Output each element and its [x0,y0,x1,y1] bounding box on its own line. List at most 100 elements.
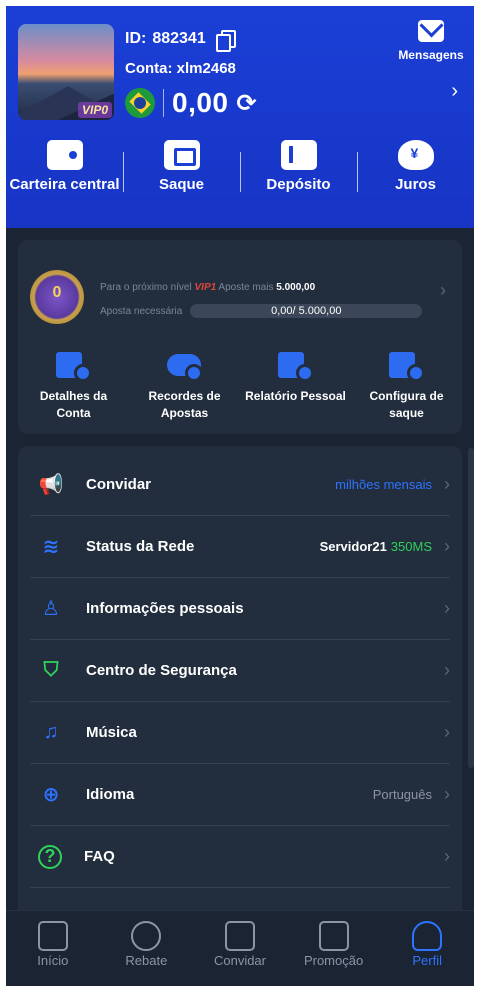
home-icon [37,921,68,951]
account-details-button[interactable]: Detalhes da Conta [18,348,129,422]
account-label: Conta: [125,60,173,77]
chevron-right-icon: › [444,784,450,804]
server-name: Servidor21 [319,539,387,554]
profile-header: VIP0 ID: 882341 Conta: xlm2468 0,00 ⟳ Me… [6,6,474,228]
music-icon: ♫ [43,721,59,743]
withdraw-icon [163,140,200,170]
vip-chevron-icon[interactable]: › [440,280,446,301]
vip-medal-icon: 0 [30,270,84,324]
user-id-row: ID: 882341 [125,30,236,52]
quick-action-withdraw[interactable]: Saque [123,136,240,196]
menu-item-value: Português [372,787,432,802]
vip-medal-level: 0 [52,284,62,301]
divider [163,89,164,117]
app-frame: VIP0 ID: 882341 Conta: xlm2468 0,00 ⟳ Me… [6,6,474,986]
menu-item-network-status[interactable]: ≋ Status da Rede Servidor21 350MS › [30,516,450,578]
gamepad-icon [165,348,205,382]
menu-item-language[interactable]: ⊕ Idioma Português › [30,764,450,826]
money-bag-icon [131,921,162,951]
vip-card[interactable]: 0 Para o próximo nível VIP1 Aposte mais … [18,240,462,434]
vip-required-label: Aposta necessária [100,305,183,317]
vip-action-label: Recordes de Apostas [148,389,221,420]
quick-action-interest[interactable]: Juros [357,136,474,196]
brazil-flag-icon [125,88,155,118]
quick-action-label: Saque [158,176,204,193]
withdraw-settings-button[interactable]: Configura de saque [351,348,462,422]
menu-item-value: milhões mensais [335,477,432,492]
shield-icon: ⛉ [43,659,59,681]
vip-bet-more-label: Aposte mais [218,282,274,293]
vip-action-label: Detalhes da Conta [39,389,108,420]
chevron-right-icon: › [444,722,450,742]
chevron-right-icon: › [444,598,450,618]
scrollbar[interactable] [468,448,474,768]
user-edit-icon: ♙ [42,598,60,620]
user-id-label: ID: [125,30,147,47]
megaphone-icon: 📢 [38,474,64,496]
menu-item-label: FAQ [84,848,115,865]
copy-icon[interactable] [215,30,236,52]
vip-next-prefix: Para o próximo nível [100,282,192,293]
vip-next-level-text: Para o próximo nível VIP1 Aposte mais 5.… [100,282,315,293]
tab-home[interactable]: Início [6,911,100,986]
menu-item-label: Centro de Segurança [86,662,237,679]
tab-invite[interactable]: Convidar [193,911,287,986]
vip-next-level: VIP1 [194,282,217,293]
bet-records-button[interactable]: Recordes de Apostas [129,348,240,422]
personal-report-button[interactable]: Relatório Pessoal [240,348,351,422]
menu-item-security-center[interactable]: ⛉ Centro de Segurança › [30,640,450,702]
chevron-right-icon: › [444,536,450,556]
messages-label: Mensagens [398,48,464,62]
menu-item-label: Informações pessoais [86,600,244,617]
account-details-icon [54,348,94,382]
envelope-icon [418,20,444,42]
avatar[interactable]: VIP0 [18,24,114,120]
balance-value: 0,00 [172,87,229,118]
question-icon: ? [38,844,62,869]
quick-action-central-wallet[interactable]: Carteira central [6,136,123,196]
quick-actions: Carteira central Saque Depósito Juros [6,136,474,196]
wallet-icon [46,140,83,170]
globe-icon: ⊕ [42,784,60,806]
user-icon [412,921,443,951]
user-id-value: 882341 [152,30,206,47]
menu-item-faq[interactable]: ? FAQ › [30,826,450,888]
menu-item-label: Música [86,724,137,741]
card-settings-icon [387,348,427,382]
tab-label: Rebate [125,953,168,968]
vip-level-badge: VIP0 [77,102,112,118]
tab-promotion[interactable]: Promoção [287,911,381,986]
tab-rebate[interactable]: Rebate [100,911,194,986]
chevron-right-icon: › [444,846,450,866]
chevron-right-icon: › [444,660,450,680]
menu-item-label: Status da Rede [86,538,195,555]
quick-action-label: Depósito [266,176,331,193]
bottom-tab-bar: Início Rebate Convidar Promoção Perfil [6,910,474,986]
gift-icon [318,921,349,951]
tab-profile[interactable]: Perfil [380,911,474,986]
wifi-icon: ≋ [42,536,60,558]
quick-action-label: Carteira central [9,176,120,193]
tab-label: Convidar [213,953,266,968]
menu-item-label: Convidar [86,476,152,493]
vip-required-row: Aposta necessária 0,00/ 5.000,00 [100,304,423,318]
quick-action-deposit[interactable]: Depósito [240,136,357,196]
vip-progress-text: 0,00/ 5.000,00 [271,305,342,317]
menu-item-personal-info[interactable]: ♙ Informações pessoais › [30,578,450,640]
account-row: Conta: xlm2468 [125,60,236,77]
vip-bet-more-value: 5.000,00 [276,282,316,293]
account-value: xlm2468 [176,60,236,77]
profile-chevron-icon[interactable]: › [451,80,458,103]
settings-menu: 📢 Convidar milhões mensais › ≋ Status da… [18,446,462,926]
vip-action-label: Relatório Pessoal [245,389,346,403]
vip-action-label: Configura de saque [369,389,444,420]
report-icon [276,348,316,382]
vip-actions: Detalhes da Conta Recordes de Apostas Rela… [18,348,462,422]
latency-value: 350MS [390,539,432,554]
vip-progress-bar: 0,00/ 5.000,00 [190,304,423,318]
messages-button[interactable]: Mensagens [396,20,466,62]
refresh-icon[interactable]: ⟳ [237,89,257,118]
menu-item-invite[interactable]: 📢 Convidar milhões mensais › [30,454,450,516]
menu-item-music[interactable]: ♫ Música › [30,702,450,764]
tab-label: Início [37,953,69,968]
